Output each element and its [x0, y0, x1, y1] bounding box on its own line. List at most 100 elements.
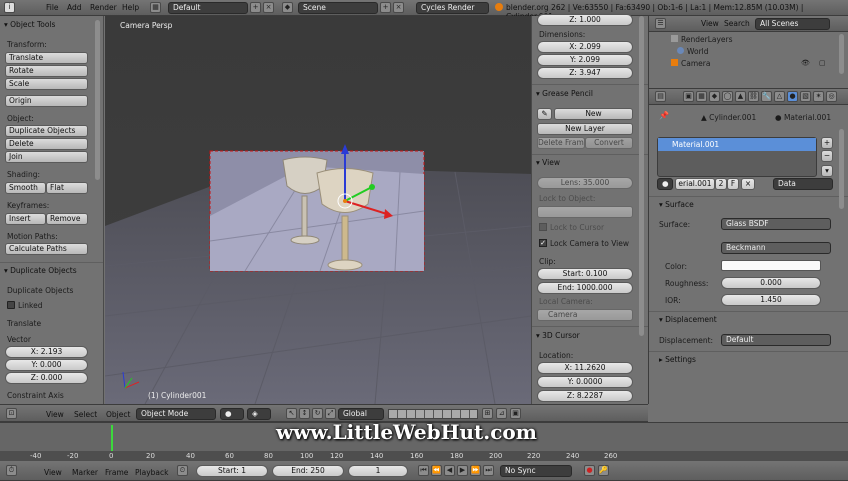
cursor-z-field[interactable]: Z: 8.2287	[537, 390, 633, 402]
outliner-search-menu[interactable]: Search	[724, 19, 750, 28]
keying-set-icon[interactable]: 🔑	[598, 465, 609, 476]
screen-layout-icon[interactable]: ▦	[150, 2, 161, 13]
translate-button[interactable]: Translate	[5, 52, 88, 64]
dimension-x-field[interactable]: X: 2.099	[537, 41, 633, 53]
scale-z-field[interactable]: Z: 1.000	[537, 14, 633, 26]
3d-cursor-panel[interactable]: ▾ 3D Cursor	[536, 331, 580, 340]
tool-shelf-title[interactable]: ▾ Object Tools	[4, 20, 55, 29]
pin-icon[interactable]: 📌	[659, 111, 669, 120]
jump-start-icon[interactable]: ⏮	[418, 465, 429, 476]
constraints-tab-icon[interactable]: ⛓	[748, 91, 759, 102]
object-tab-icon[interactable]: ▲	[735, 91, 746, 102]
snap-icon[interactable]: ⊿	[496, 408, 507, 419]
outliner-scrollbar[interactable]	[839, 34, 844, 74]
menu-add[interactable]: Add	[67, 3, 82, 12]
prev-keyframe-icon[interactable]: ⏪	[431, 465, 442, 476]
new-layer-button[interactable]: New Layer	[537, 123, 633, 135]
fake-user-button[interactable]: F	[727, 178, 739, 190]
grease-pencil-panel[interactable]: ▾ Grease Pencil	[536, 89, 593, 98]
camera-visibility-icon[interactable]: 👁	[801, 59, 810, 67]
remove-slot-button[interactable]: −	[821, 150, 833, 162]
jump-end-icon[interactable]: ⏭	[483, 465, 494, 476]
pivot-select[interactable]: ◈	[247, 408, 271, 420]
menu-view[interactable]: View	[46, 410, 64, 419]
remove-keyframe-button[interactable]: Remove	[46, 213, 88, 225]
convert-button[interactable]: Convert	[585, 137, 633, 149]
material-tab-icon[interactable]: ●	[787, 91, 798, 102]
current-frame-indicator[interactable]	[111, 425, 113, 451]
cursor-y-field[interactable]: Y: 0.0000	[537, 376, 633, 388]
world-tab-icon[interactable]: ◯	[722, 91, 733, 102]
lens-field[interactable]: Lens: 35.000	[537, 177, 633, 189]
material-link-select[interactable]: Data	[773, 178, 833, 190]
displacement-select[interactable]: Default	[721, 334, 831, 346]
duplicate-objects-button[interactable]: Duplicate Objects	[5, 125, 88, 137]
rotate-manip-icon[interactable]: ↻	[312, 408, 323, 419]
cursor-x-field[interactable]: X: 11.2620	[537, 362, 633, 374]
add-scene-icon[interactable]: +	[380, 2, 391, 13]
roughness-field[interactable]: 0.000	[721, 277, 821, 289]
material-browse[interactable]: ●	[657, 178, 673, 190]
clip-start-field[interactable]: Start: 0.100	[537, 268, 633, 280]
manipulator-icon[interactable]: ↖	[286, 408, 297, 419]
outliner-item-renderlayers[interactable]: RenderLayers	[671, 35, 733, 44]
vector-x-field[interactable]: X: 2.193	[5, 346, 88, 358]
lock-object-field[interactable]	[537, 206, 633, 218]
remove-scene-icon[interactable]: ×	[393, 2, 404, 13]
scale-manip-icon[interactable]: ⤢	[325, 408, 336, 419]
scene-icon[interactable]: ◆	[282, 2, 293, 13]
outliner-item-camera[interactable]: Camera	[671, 59, 710, 68]
start-frame-field[interactable]: Start: 1	[196, 465, 268, 477]
remove-layout-icon[interactable]: ×	[263, 2, 274, 13]
scale-button[interactable]: Scale	[5, 78, 88, 90]
renderlayers-tab-icon[interactable]: ▦	[696, 91, 707, 102]
outliner-editor-icon[interactable]: ☰	[655, 18, 666, 29]
delete-frame-button[interactable]: Delete Frame	[537, 137, 585, 149]
draw-icon[interactable]: ✎	[537, 108, 552, 120]
particles-tab-icon[interactable]: ✶	[813, 91, 824, 102]
properties-scrollbar[interactable]	[839, 129, 844, 209]
operator-panel-title[interactable]: ▾ Duplicate Objects	[4, 266, 77, 275]
menu-help[interactable]: Help	[122, 3, 139, 12]
add-layout-icon[interactable]: +	[250, 2, 261, 13]
join-button[interactable]: Join	[5, 151, 88, 163]
physics-tab-icon[interactable]: ◎	[826, 91, 837, 102]
mode-select[interactable]: Object Mode	[136, 408, 216, 420]
end-frame-field[interactable]: End: 250	[272, 465, 344, 477]
distribution-select[interactable]: Beckmann	[721, 242, 831, 254]
ior-field[interactable]: 1.450	[721, 294, 821, 306]
timeline-playback-menu[interactable]: Playback	[135, 468, 168, 477]
settings-panel[interactable]: ▸ Settings	[659, 355, 696, 364]
properties-editor-icon[interactable]: ▤	[655, 91, 666, 102]
menu-render[interactable]: Render	[90, 3, 117, 12]
dimension-z-field[interactable]: Z: 3.947	[537, 67, 633, 79]
new-gpencil-button[interactable]: New	[554, 108, 633, 120]
screen-layout-select[interactable]: Default	[168, 2, 248, 14]
outliner-view-menu[interactable]: View	[701, 19, 719, 28]
record-icon[interactable]: ●	[584, 465, 595, 476]
orientation-select[interactable]: Global	[338, 408, 384, 420]
display-mode-select[interactable]: All Scenes	[755, 18, 830, 30]
dimension-y-field[interactable]: Y: 2.099	[537, 54, 633, 66]
material-users-field[interactable]: 2	[715, 178, 727, 190]
preview-range-icon[interactable]: ⏲	[177, 465, 188, 476]
texture-tab-icon[interactable]: ▧	[800, 91, 811, 102]
menu-object[interactable]: Object	[106, 410, 130, 419]
layer-buttons[interactable]	[388, 409, 478, 419]
lock-camera-checkbox[interactable]: ✓	[539, 239, 547, 247]
viewport-shading-select[interactable]: ●	[220, 408, 244, 420]
editor-type-icon[interactable]: ⊡	[6, 408, 17, 419]
lock-cursor-checkbox[interactable]	[539, 223, 547, 231]
render-preview-icon[interactable]: ▣	[510, 408, 521, 419]
timeline-marker-menu[interactable]: Marker	[72, 468, 98, 477]
clip-end-field[interactable]: End: 1000.000	[537, 282, 633, 294]
tool-shelf-scrollbar[interactable]	[95, 20, 100, 180]
view-panel[interactable]: ▾ View	[536, 158, 560, 167]
vector-y-field[interactable]: Y: 0.000	[5, 359, 88, 371]
camera-render-icon[interactable]: ▢	[819, 59, 826, 67]
render-tab-icon[interactable]: ▣	[683, 91, 694, 102]
next-keyframe-icon[interactable]: ⏩	[470, 465, 481, 476]
timeline-view-menu[interactable]: View	[44, 468, 62, 477]
viewport-3d[interactable]: Camera Persp (1) Cylinder001	[105, 16, 531, 404]
flat-button[interactable]: Flat	[46, 182, 88, 194]
